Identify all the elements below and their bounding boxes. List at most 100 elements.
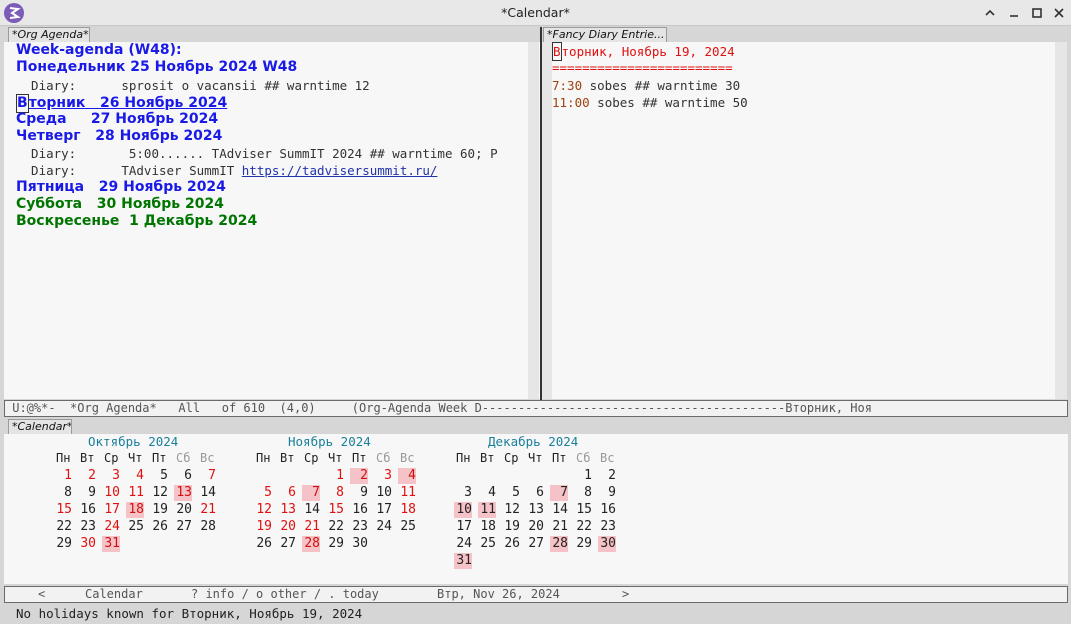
calendar-day[interactable]: 12 [150,485,168,501]
tab-fancy-diary[interactable]: *Fancy Diary Entrie... [543,27,667,42]
calendar-day[interactable]: 29 [54,536,72,552]
diary-entry[interactable]: 7:30 sobes ## warntime 30 [552,77,740,94]
calendar-day[interactable]: 27 [174,519,192,535]
agenda-day-tue[interactable]: Вторник 26 Ноябрь 2024 [16,94,227,113]
calendar-day[interactable]: 3 [102,468,120,484]
close-icon[interactable] [1051,5,1067,21]
calendar-day[interactable]: 1 [574,468,592,484]
calendar-day[interactable]: 18 [126,502,144,518]
calendar-day[interactable]: 22 [326,519,344,535]
calendar-day[interactable]: 9 [78,485,96,501]
calendar-day[interactable]: 17 [454,519,472,535]
agenda-diary-entry[interactable]: Diary: sprosit o vacansii ## warntime 12 [16,77,370,94]
calendar-day[interactable]: 25 [398,519,416,535]
calendar-day[interactable]: 15 [54,502,72,518]
calendar-day[interactable]: 13 [174,485,192,501]
diary-scrollbar[interactable] [542,42,552,399]
calendar-day[interactable]: 26 [502,536,520,552]
calendar-day[interactable]: 4 [398,468,416,484]
calendar-day[interactable]: 5 [502,485,520,501]
calendar-day[interactable]: 2 [598,468,616,484]
agenda-diary-entry[interactable]: Diary: TAdviser SummIT https://tadvisers… [16,162,437,179]
calendar-day[interactable]: 23 [598,519,616,535]
agenda-day-wed[interactable]: Среда 27 Ноябрь 2024 [16,111,218,128]
calendar-day[interactable]: 3 [454,485,472,501]
diary-right-scrollbar[interactable] [1055,42,1067,399]
agenda-diary-entry[interactable]: Diary: 5:00...... TAdviser SummIT 2024 #… [16,145,498,162]
calendar-day[interactable]: 20 [174,502,192,518]
mode-line-calendar[interactable]: < Calendar ? info / o other / . today Вт… [4,586,1068,603]
calendar-day[interactable]: 27 [278,536,296,552]
calendar-day[interactable]: 4 [478,485,496,501]
calendar-day[interactable]: 29 [326,536,344,552]
fancy-diary-pane[interactable]: Вторник, Ноябрь 19, 2024 ===============… [552,42,1055,399]
agenda-day-sat[interactable]: Суббота 30 Ноябрь 2024 [16,196,224,213]
calendar-day[interactable]: 25 [478,536,496,552]
calendar-day[interactable]: 30 [78,536,96,552]
agenda-day-sun[interactable]: Воскресенье 1 Декабрь 2024 [16,213,257,230]
calendar-day[interactable]: 5 [150,468,168,484]
calendar-day[interactable]: 22 [54,519,72,535]
calendar-day[interactable]: 1 [54,468,72,484]
calendar-day[interactable]: 16 [598,502,616,518]
calendar-day[interactable]: 10 [454,502,472,518]
calendar-day[interactable]: 20 [526,519,544,535]
calendar-day[interactable]: 10 [374,485,392,501]
calendar-day[interactable]: 28 [550,536,568,552]
calendar-day[interactable]: 30 [598,536,616,552]
calendar-day[interactable]: 4 [126,468,144,484]
calendar-day[interactable]: 30 [350,536,368,552]
calendar-day[interactable]: 24 [454,536,472,552]
org-agenda-pane[interactable]: Week-agenda (W48): Понедельник 25 Ноябрь… [4,42,540,399]
calendar-day[interactable]: 31 [102,536,120,552]
calendar-day[interactable]: 9 [598,485,616,501]
maximize-icon[interactable] [1029,5,1045,21]
calendar-day[interactable]: 19 [502,519,520,535]
calendar-day[interactable]: 3 [374,468,392,484]
calendar-day[interactable]: 8 [574,485,592,501]
calendar-day[interactable]: 28 [302,536,320,552]
tab-org-agenda[interactable]: *Org Agenda* [8,27,90,42]
tab-calendar[interactable]: *Calendar* [8,419,72,434]
calendar-day[interactable]: 26 [254,536,272,552]
calendar-day[interactable]: 15 [326,502,344,518]
calendar-day[interactable]: 6 [526,485,544,501]
calendar-day[interactable]: 16 [350,502,368,518]
calendar-day[interactable]: 23 [78,519,96,535]
calendar-day[interactable]: 28 [198,519,216,535]
calendar-day[interactable]: 5 [254,485,272,501]
calendar-day[interactable]: 15 [574,502,592,518]
calendar-day[interactable]: 20 [278,519,296,535]
calendar-day[interactable]: 14 [302,502,320,518]
calendar-day[interactable]: 7 [302,485,320,501]
calendar-day[interactable]: 31 [454,553,472,569]
calendar-day[interactable]: 17 [102,502,120,518]
calendar-day[interactable]: 21 [550,519,568,535]
diary-entry[interactable]: 11:00 sobes ## warntime 50 [552,94,748,111]
tadviser-link[interactable]: https://tadvisersummit.ru/ [242,163,438,178]
calendar-day[interactable]: 19 [254,519,272,535]
calendar-day[interactable]: 24 [102,519,120,535]
calendar-day[interactable]: 2 [350,468,368,484]
calendar-day[interactable]: 18 [398,502,416,518]
calendar-day[interactable]: 7 [198,468,216,484]
agenda-day-thu[interactable]: Четверг 28 Ноябрь 2024 [16,128,222,145]
next-month-button[interactable]: > [622,587,629,602]
calendar-day[interactable]: 11 [478,502,496,518]
calendar-day[interactable]: 1 [326,468,344,484]
calendar-day[interactable]: 14 [550,502,568,518]
calendar-day[interactable]: 7 [550,485,568,501]
calendar-day[interactable]: 23 [350,519,368,535]
calendar-day[interactable]: 16 [78,502,96,518]
calendar-day[interactable]: 12 [254,502,272,518]
calendar-day[interactable]: 2 [78,468,96,484]
calendar-day[interactable]: 13 [278,502,296,518]
calendar-day[interactable]: 9 [350,485,368,501]
calendar-day[interactable]: 13 [526,502,544,518]
calendar-day[interactable]: 21 [198,502,216,518]
calendar-day[interactable]: 8 [54,485,72,501]
calendar-day[interactable]: 27 [526,536,544,552]
calendar-day[interactable]: 26 [150,519,168,535]
calendar-day[interactable]: 24 [374,519,392,535]
calendar-pane[interactable]: Октябрь 2024 Пн Вт Ср Чт Пт Сб Вс 1 2 3 4 5 6 7 8 9 10 11 1… [4,434,1068,584]
